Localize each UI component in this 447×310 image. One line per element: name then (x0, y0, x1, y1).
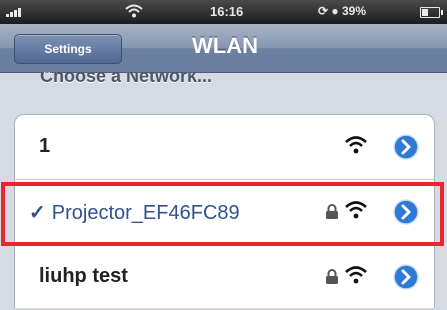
detail-disclosure-icon[interactable] (393, 264, 419, 290)
signal-icon (6, 5, 22, 17)
location-icon: ● (331, 4, 339, 18)
wifi-signal-icon (345, 266, 367, 284)
network-row[interactable]: liuhp test (15, 245, 434, 310)
battery-percent: 39% (342, 4, 367, 18)
highlight-annotation (1, 182, 444, 246)
battery-icon (420, 7, 443, 18)
network-row[interactable]: 1 (15, 115, 434, 180)
network-name: liuhp test (39, 265, 128, 287)
wifi-signal-icon (345, 136, 367, 154)
lock-rotation-icon: ⟳ (318, 4, 329, 18)
status-indicators: ⟳ ● 39% (318, 4, 366, 18)
back-button[interactable]: Settings (14, 34, 122, 64)
network-name: 1 (39, 135, 51, 157)
lock-icon (326, 269, 338, 284)
status-bar: 16:16 ⟳ ● 39% (0, 0, 447, 24)
status-time: 16:16 (210, 4, 244, 19)
navigation-bar: Settings WLAN (0, 24, 447, 73)
status-wifi-icon (125, 4, 143, 21)
page-title: WLAN (192, 33, 258, 58)
detail-disclosure-icon[interactable] (393, 134, 419, 160)
